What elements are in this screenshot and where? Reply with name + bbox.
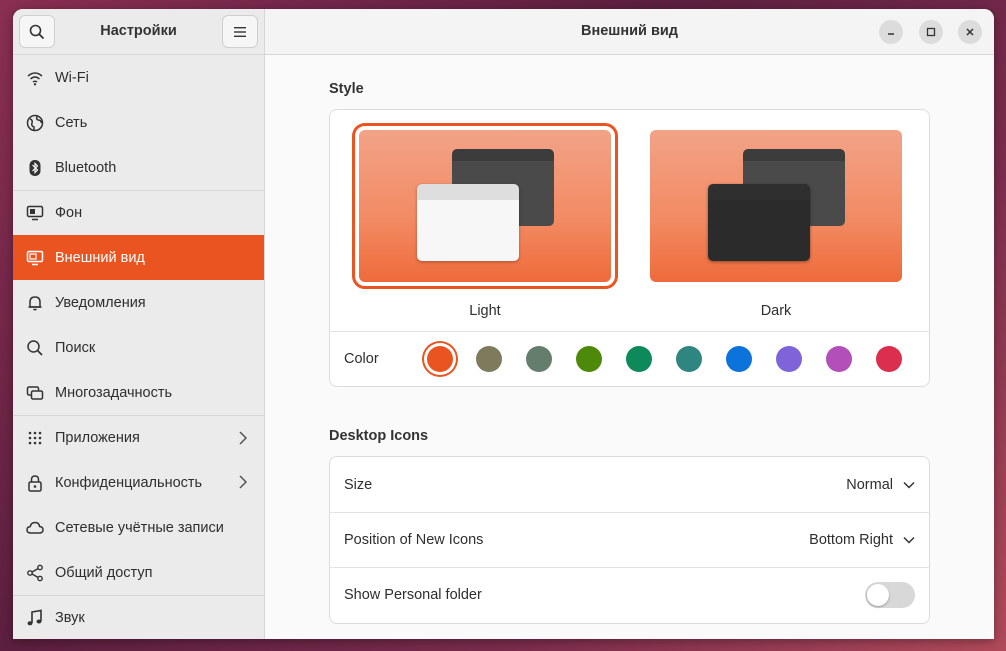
desktop-icons-section-title: Desktop Icons bbox=[329, 428, 429, 444]
appearance-icon bbox=[26, 249, 44, 267]
maximize-button[interactable] bbox=[919, 20, 943, 44]
color-swatch[interactable] bbox=[676, 346, 702, 372]
apps-grid-icon bbox=[26, 429, 44, 447]
icon-position-value[interactable]: Bottom Right bbox=[809, 532, 893, 548]
toggle-knob bbox=[867, 584, 889, 606]
chevron-down-icon[interactable] bbox=[903, 536, 915, 544]
settings-window: Настройки Wi-Fi Сеть Bluetooth Фон Внешн… bbox=[13, 9, 994, 639]
sidebar-list: Wi-Fi Сеть Bluetooth Фон Внешний вид Уве… bbox=[13, 55, 264, 639]
icon-position-label: Position of New Icons bbox=[344, 532, 484, 548]
sidebar-item-bluetooth[interactable]: Bluetooth bbox=[13, 145, 264, 190]
sidebar-item-sound[interactable]: Звук bbox=[13, 595, 264, 639]
share-icon bbox=[26, 564, 44, 582]
accent-color-row: Color bbox=[330, 331, 929, 386]
color-swatch[interactable] bbox=[526, 346, 552, 372]
sidebar-item-label: Внешний вид bbox=[55, 249, 145, 266]
multitasking-icon bbox=[26, 384, 44, 402]
sidebar-item-label: Приложения bbox=[55, 430, 140, 446]
icon-position-row[interactable]: Position of New Icons Bottom Right bbox=[330, 512, 929, 567]
minimize-icon bbox=[888, 33, 894, 35]
sidebar-item-multitasking[interactable]: Многозадачность bbox=[13, 370, 264, 415]
sidebar-item-online-accounts[interactable]: Сетевые учётные записи bbox=[13, 505, 264, 550]
lock-icon bbox=[26, 474, 44, 492]
sidebar-item-label: Общий доступ bbox=[55, 564, 153, 581]
personal-folder-row: Show Personal folder bbox=[330, 567, 929, 622]
sidebar-item-label: Уведомления bbox=[55, 294, 146, 311]
personal-folder-label: Show Personal folder bbox=[344, 587, 482, 603]
sidebar-item-wifi[interactable]: Wi-Fi bbox=[13, 55, 264, 100]
icon-size-label: Size bbox=[344, 476, 373, 493]
style-card: Light Dark Color bbox=[329, 109, 930, 387]
sidebar-item-privacy[interactable]: Конфиденциальность bbox=[13, 460, 264, 505]
bell-icon bbox=[26, 294, 44, 312]
sidebar-item-label: Звук bbox=[55, 610, 85, 626]
minimize-button[interactable] bbox=[879, 20, 903, 44]
preview-front-window bbox=[417, 184, 519, 261]
content-header: Внешний вид bbox=[265, 9, 994, 55]
chevron-down-icon[interactable] bbox=[903, 481, 915, 489]
sidebar-item-label: Поиск bbox=[55, 339, 96, 356]
sidebar-item-appearance[interactable]: Внешний вид bbox=[13, 235, 264, 280]
menu-button[interactable] bbox=[222, 15, 258, 48]
sidebar-header: Настройки bbox=[13, 9, 264, 55]
sidebar-item-search[interactable]: Поиск bbox=[13, 325, 264, 370]
sidebar-item-apps[interactable]: Приложения bbox=[13, 415, 264, 460]
close-icon bbox=[966, 28, 974, 36]
sidebar-item-label: Wi-Fi bbox=[55, 69, 89, 86]
music-note-icon bbox=[26, 609, 44, 627]
bluetooth-icon bbox=[26, 159, 44, 177]
theme-dark-option[interactable] bbox=[650, 130, 902, 282]
color-swatch[interactable] bbox=[476, 346, 502, 372]
theme-dark-label: Dark bbox=[760, 303, 792, 319]
personal-folder-toggle[interactable] bbox=[865, 582, 915, 608]
color-swatch[interactable] bbox=[576, 346, 602, 372]
color-label: Color bbox=[344, 351, 379, 367]
sidebar-item-sharing[interactable]: Общий доступ bbox=[13, 550, 264, 595]
sidebar-item-label: Фон bbox=[55, 205, 83, 221]
color-swatch[interactable] bbox=[776, 346, 802, 372]
color-swatch[interactable] bbox=[726, 346, 752, 372]
globe-icon bbox=[26, 114, 44, 132]
desktop-icons-card: Size Normal Position of New Icons Bottom… bbox=[329, 456, 930, 624]
color-swatch[interactable] bbox=[826, 346, 852, 372]
monitor-icon bbox=[26, 204, 44, 222]
sidebar-item-notifications[interactable]: Уведомления bbox=[13, 280, 264, 325]
color-swatch[interactable] bbox=[427, 346, 453, 372]
wifi-icon bbox=[26, 69, 44, 87]
sidebar-item-label: Сеть bbox=[55, 114, 88, 131]
theme-light-label: Light bbox=[469, 303, 501, 319]
sidebar: Настройки Wi-Fi Сеть Bluetooth Фон Внешн… bbox=[13, 9, 265, 639]
color-swatch[interactable] bbox=[876, 346, 902, 372]
sidebar-item-label: Многозадачность bbox=[55, 384, 173, 401]
icon-size-row[interactable]: Size Normal bbox=[330, 457, 929, 512]
search-icon bbox=[26, 339, 44, 357]
sidebar-item-label: Конфиденциальность bbox=[55, 474, 203, 491]
chevron-right-icon bbox=[239, 431, 248, 445]
chevron-right-icon bbox=[239, 475, 248, 489]
cloud-icon bbox=[26, 519, 44, 537]
icon-size-value[interactable]: Normal bbox=[846, 477, 893, 493]
sidebar-item-network[interactable]: Сеть bbox=[13, 100, 264, 145]
main-content: Внешний вид Style Light Dark Color Deskt… bbox=[265, 9, 994, 639]
hamburger-icon bbox=[234, 26, 246, 37]
theme-light-option[interactable] bbox=[352, 123, 618, 289]
sidebar-item-background[interactable]: Фон bbox=[13, 190, 264, 235]
maximize-icon bbox=[926, 27, 936, 37]
preview-front-window bbox=[708, 184, 810, 261]
close-button[interactable] bbox=[958, 20, 982, 44]
color-swatch[interactable] bbox=[626, 346, 652, 372]
sidebar-item-label: Bluetooth bbox=[55, 159, 117, 176]
style-section-title: Style bbox=[329, 81, 364, 97]
sidebar-item-label: Сетевые учётные записи bbox=[55, 519, 224, 536]
